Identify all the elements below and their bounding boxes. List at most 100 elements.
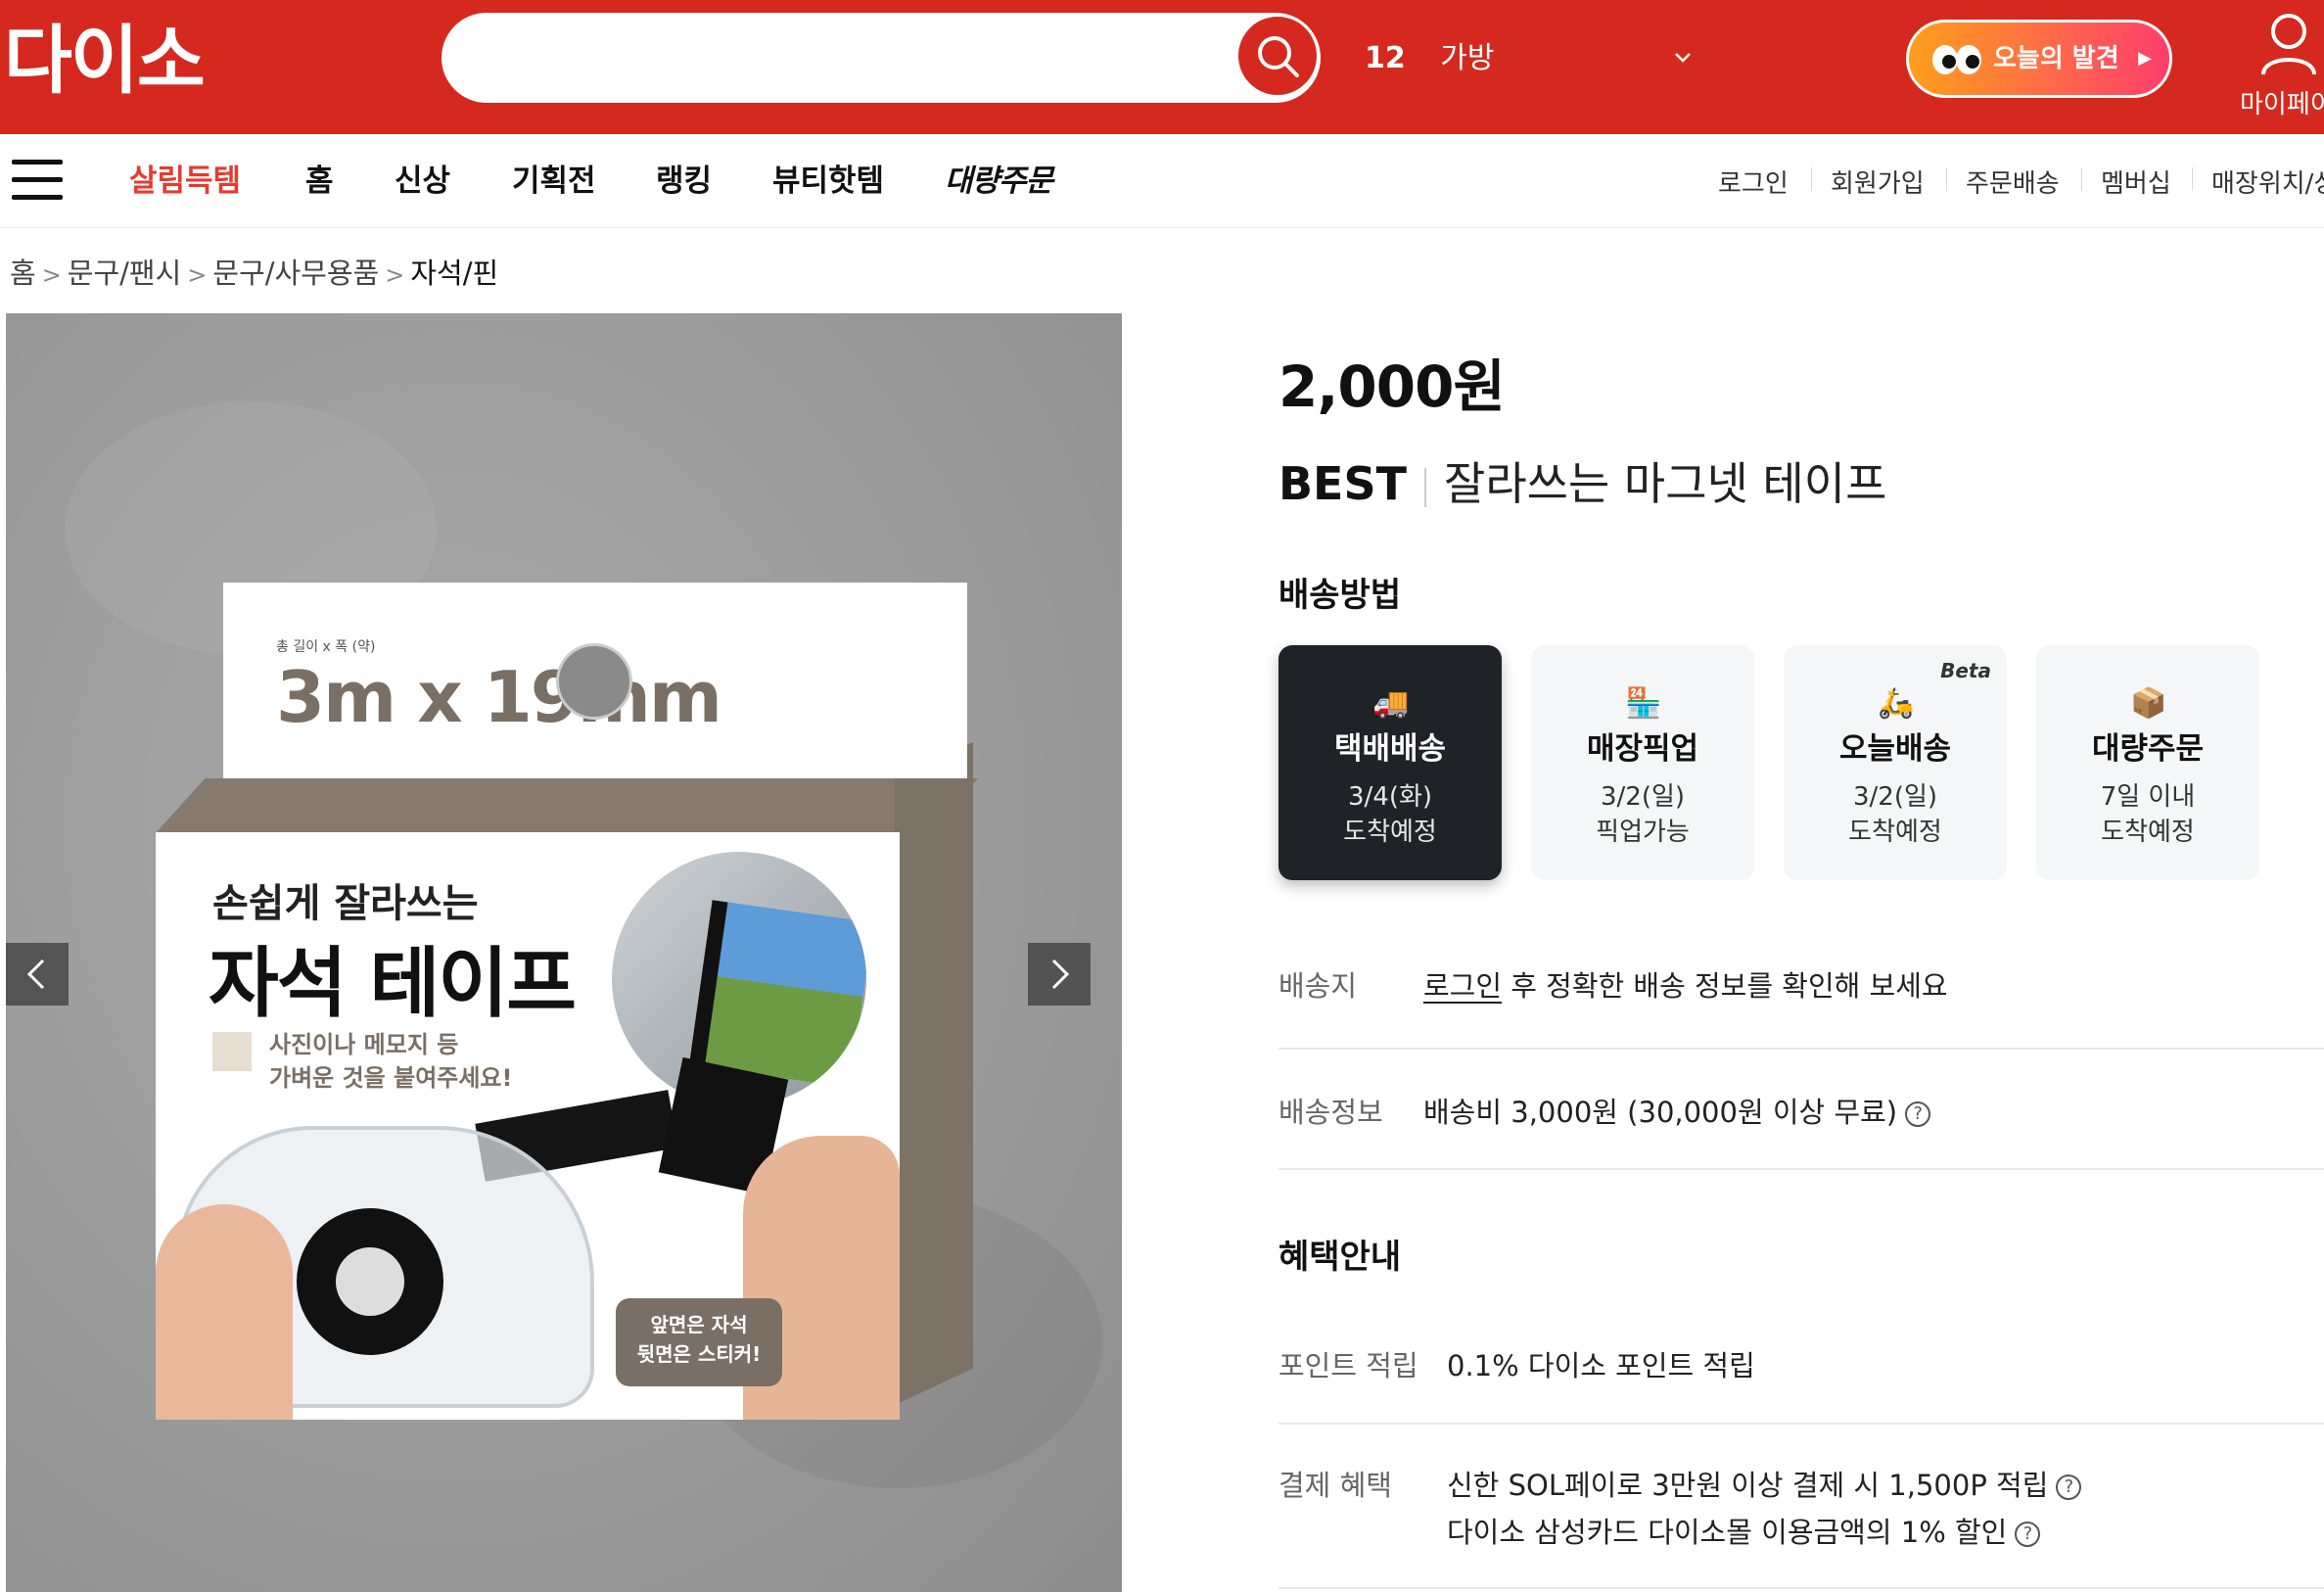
nav-item-beauty[interactable]: 뷰티핫템: [772, 156, 884, 200]
package-band: [156, 778, 978, 833]
menu-icon[interactable]: [12, 160, 63, 200]
shipping-option-status: 도착예정: [1343, 818, 1437, 847]
top-header: 다이소 12 가방 오늘의 발견 ▶ 마이페이: [0, 0, 2324, 134]
divider: [1811, 167, 1812, 191]
chevron-left-icon: [26, 959, 45, 990]
help-icon[interactable]: ?: [2056, 1475, 2082, 1500]
region-selector[interactable]: 12 가방: [1365, 35, 1697, 82]
product-price: 2,000원: [1278, 353, 1506, 420]
help-icon[interactable]: ?: [2015, 1522, 2041, 1547]
shipping-option-bulk[interactable]: 📦 대량주문 7일 이내 도착예정: [2036, 645, 2259, 880]
product-title-row: BEST 잘라쓰는 마그넷 테이프: [1278, 448, 1886, 513]
divider: [2081, 167, 2082, 191]
product-title: 잘라쓰는 마그넷 테이프: [1444, 457, 1887, 510]
divider: [1278, 1048, 2324, 1050]
usage-note: 사진이나 메모지 등 가벼운 것을 붙여주세요!: [269, 1028, 512, 1095]
discovery-label: 오늘의 발견: [1993, 44, 2119, 73]
speech-bubble: 앞면은 자석 뒷면은 스티커!: [616, 1298, 782, 1386]
eyes-icon: [1932, 45, 1981, 74]
mypage-label: 마이페이: [2240, 90, 2324, 119]
destination-label: 배송지: [1278, 969, 1358, 1003]
todays-discovery-button[interactable]: 오늘의 발견 ▶: [1906, 20, 2172, 98]
shipping-option-status: 픽업가능: [1596, 818, 1690, 847]
bubble-line: 앞면은 자석: [650, 1313, 748, 1336]
shipping-option-date: 3/2(일): [1600, 782, 1686, 812]
truck-icon: 🚚: [1372, 686, 1410, 721]
nav-item-bulk-order[interactable]: 대량주문: [945, 156, 1053, 200]
help-icon[interactable]: ?: [1905, 1101, 1931, 1127]
box-icon: 📦: [2130, 686, 2167, 721]
play-arrow-icon: ▶: [2138, 48, 2152, 69]
headline-large: 자석 테이프: [209, 940, 577, 1028]
benefits-heading: 혜택안내: [1278, 1238, 1402, 1277]
breadcrumb-item[interactable]: 문구/사무용품: [212, 257, 379, 290]
memo-icon: [212, 1032, 252, 1071]
nav-item-new[interactable]: 신상: [395, 156, 450, 200]
shipping-option-date: 3/4(화): [1347, 782, 1433, 812]
note-line: 가벼운 것을 붙여주세요!: [269, 1064, 513, 1092]
size-value: 3m x 19mm: [276, 656, 722, 738]
shipping-option-today[interactable]: Beta 🛵 오늘배송 3/2(일) 도착예정: [1784, 645, 2007, 880]
chevron-right-icon: >: [41, 261, 62, 289]
search-button[interactable]: [1236, 15, 1319, 97]
search-input[interactable]: [481, 34, 1229, 83]
payment-benefit-line: 다이소 삼성카드 다이소몰 이용금액의 1% 할인?: [1447, 1510, 2041, 1551]
breadcrumb: 홈 > 문구/팬시 > 문구/사무용품 > 자석/핀: [10, 251, 498, 292]
chevron-right-icon: [1051, 959, 1070, 990]
region-number: 12: [1365, 41, 1406, 75]
breadcrumb-item[interactable]: 홈: [10, 257, 36, 290]
point-text: 0.1% 다이소 포인트 적립: [1447, 1349, 1755, 1382]
nav-item-home[interactable]: 홈: [305, 156, 334, 200]
fridge-photo-circle: [612, 852, 866, 1106]
best-badge: BEST: [1278, 457, 1407, 510]
daiso-logo[interactable]: 다이소: [4, 23, 206, 98]
shipping-option-name: 오늘배송: [1838, 731, 1952, 767]
shipping-option-pickup[interactable]: 🏪 매장픽업 3/2(일) 픽업가능: [1531, 645, 1754, 880]
product-image-gallery: 총 길이 x 폭 (약) 3m x 19mm 손쉽게 잘라쓰는 자석 테이프 사…: [6, 313, 1122, 1592]
shipping-option-status: 도착예정: [1848, 818, 1942, 847]
shipping-option-parcel[interactable]: 🚚 택배배송 3/4(화) 도착예정: [1278, 645, 1502, 880]
headline-small: 손쉽게 잘라쓰는: [212, 881, 479, 926]
payment-benefit-text: 다이소 삼성카드 다이소몰 이용금액의 1% 할인: [1447, 1516, 2008, 1549]
shipping-option-status: 도착예정: [2101, 818, 2195, 847]
search-bar: [442, 13, 1321, 103]
payment-benefit-label: 결제 혜택: [1278, 1469, 1392, 1502]
mypage-button[interactable]: 마이페이: [2240, 10, 2324, 127]
order-delivery-link[interactable]: 주문배송: [1966, 164, 2060, 200]
divider: [1278, 1168, 2324, 1170]
signup-link[interactable]: 회원가입: [1831, 164, 1925, 200]
shipping-option-name: 택배배송: [1333, 731, 1447, 767]
login-link[interactable]: 로그인: [1718, 164, 1789, 200]
scooter-icon: 🛵: [1878, 686, 1915, 721]
divider: [1424, 467, 1426, 507]
shipping-option-name: 매장픽업: [1586, 731, 1699, 767]
divider: [2192, 167, 2193, 191]
nav-item-ranking[interactable]: 랭킹: [656, 156, 712, 200]
region-name: 가방: [1440, 41, 1495, 75]
divider: [1946, 167, 1947, 191]
shipping-heading: 배송방법: [1278, 576, 1402, 615]
shipping-info: 배송비 3,000원 (30,000원 이상 무료)?: [1423, 1090, 1931, 1131]
shipping-info-label: 배송정보: [1278, 1096, 1383, 1129]
hand-image: [156, 1204, 293, 1420]
chevron-right-icon: >: [187, 261, 208, 289]
chevron-right-icon: >: [385, 261, 405, 289]
shipping-fee-text: 배송비 3,000원 (30,000원 이상 무료): [1423, 1096, 1898, 1129]
divider: [1278, 1423, 2324, 1425]
store-location-link[interactable]: 매장위치/상: [2211, 164, 2324, 200]
search-icon: [1258, 36, 1299, 77]
nav-item-promotion[interactable]: 기획전: [512, 156, 596, 200]
nav-item-salim[interactable]: 살림득템: [129, 156, 241, 200]
divider: [1278, 1587, 2324, 1589]
breadcrumb-current[interactable]: 자석/핀: [410, 257, 498, 290]
package-front: 손쉽게 잘라쓰는 자석 테이프 사진이나 메모지 등 가벼운 것을 붙여주세요!…: [156, 832, 900, 1420]
membership-link[interactable]: 멤버십: [2101, 164, 2171, 200]
destination-login-link[interactable]: 로그인: [1423, 969, 1502, 1003]
next-image-button[interactable]: [1028, 943, 1091, 1006]
shipping-option-date: 3/2(일): [1852, 782, 1938, 812]
size-caption: 총 길이 x 폭 (약): [276, 639, 376, 655]
package-header: 총 길이 x 폭 (약) 3m x 19mm: [223, 583, 967, 778]
breadcrumb-item[interactable]: 문구/팬시: [68, 257, 182, 290]
shipping-option-name: 대량주문: [2091, 731, 2205, 767]
prev-image-button[interactable]: [6, 943, 69, 1006]
